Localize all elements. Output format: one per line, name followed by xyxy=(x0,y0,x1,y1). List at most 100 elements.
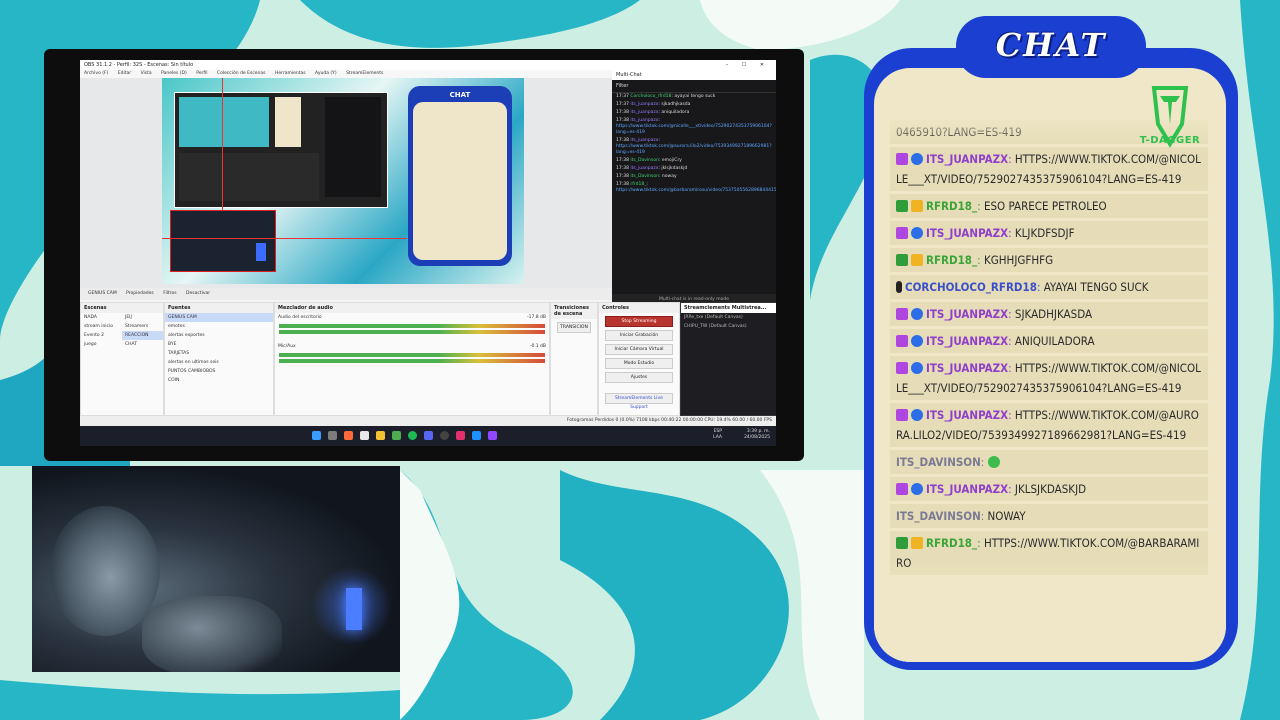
filters-button[interactable]: Filtros xyxy=(163,291,176,296)
nested-chat-title: CHAT xyxy=(433,88,487,102)
multichat-line: 17:38 its_Davinson: noway xyxy=(616,174,677,179)
mic-audio-meter-2[interactable] xyxy=(279,359,545,363)
obs-title-bar: OBS 31.1.2 - Perfil: 32S - Escenas: Sin … xyxy=(80,60,776,70)
search-icon[interactable] xyxy=(328,431,337,440)
multichat-filter[interactable]: Filter xyxy=(612,80,776,93)
scene-item-selected[interactable]: REACCION xyxy=(122,331,163,340)
menu-tools[interactable]: Herramientas xyxy=(275,71,306,76)
chat-username: RFRD18_ xyxy=(926,253,978,267)
menu-scene-collection[interactable]: Colección de Escenas xyxy=(217,71,266,76)
stop-streaming-button[interactable]: Stop Streaming xyxy=(605,316,673,327)
chat-message: ITS_DAVINSON: xyxy=(890,450,1208,474)
chat-badge-icon xyxy=(896,335,908,347)
folder-icon[interactable] xyxy=(376,431,385,440)
chat-badge-icon xyxy=(896,483,908,495)
transitions-title: Transiciones de escena xyxy=(551,303,597,319)
source-item[interactable]: BYE xyxy=(165,340,273,349)
obs-status-bar: Fotogramas Perdidos 0 (0.0%) 7108 kbps 0… xyxy=(80,416,776,426)
chat-username: ITS_JUANPAZX xyxy=(926,307,1009,321)
menu-file[interactable]: Archivo (F) xyxy=(84,71,108,76)
source-item[interactable]: alertas en ultimos seis xyxy=(165,358,273,367)
spotify-icon[interactable] xyxy=(408,431,417,440)
obs-preview[interactable]: CHAT xyxy=(80,78,612,288)
source-item[interactable]: COIN xyxy=(165,376,273,385)
chat-badge-icon xyxy=(896,153,908,165)
multistream-title: Streamclements Multistrea... xyxy=(681,303,776,313)
sources-title: Fuentes xyxy=(165,303,273,313)
menu-streamelements[interactable]: StreamElements xyxy=(346,71,383,76)
chat-username: ITS_DAVINSON xyxy=(896,455,981,469)
chat-username: ITS_JUANPAZX xyxy=(926,334,1009,348)
chat-username: ITS_JUANPAZX xyxy=(926,482,1009,496)
source-item[interactable]: alertas exportes xyxy=(165,331,273,340)
scene-item[interactable]: Evento 2 xyxy=(81,331,122,340)
virtual-camera-button[interactable]: Iniciar Cámara Virtual xyxy=(605,344,673,355)
obs-icon[interactable] xyxy=(440,431,449,440)
menu-profile[interactable]: Perfil xyxy=(196,71,207,76)
desktop-audio-meter-2[interactable] xyxy=(279,330,545,334)
chat-message: ITS_JUANPAZX: ANIQUILADORA xyxy=(890,329,1208,353)
chat-message: ITS_JUANPAZX: KLJKDFSDJF xyxy=(890,221,1208,245)
brave-icon[interactable] xyxy=(344,431,353,440)
blue-lamp xyxy=(346,588,362,630)
chat-message: RFRD18_: ESO PARECE PETROLEO xyxy=(890,194,1208,218)
window-controls[interactable]: – ☐ ✕ xyxy=(726,60,770,70)
source-item[interactable]: TARJETAS xyxy=(165,349,273,358)
chat-badge-icon xyxy=(911,409,923,421)
chat-username: RFRD18_ xyxy=(926,536,978,550)
edge-icon[interactable] xyxy=(472,431,481,440)
chat-message: ITS_JUANPAZX: HTTPS://WWW.TIKTOK.COM/@NI… xyxy=(890,356,1208,400)
multistream-item[interactable]: CHIPU_TW (Default Canvas) xyxy=(681,322,776,331)
scene-item[interactable]: juego xyxy=(81,340,122,349)
menu-docks[interactable]: Paneles (D) xyxy=(161,71,187,76)
discord-icon[interactable] xyxy=(424,431,433,440)
preview-scene-canvas[interactable]: CHAT xyxy=(162,78,524,284)
chat-title: CHAT xyxy=(995,26,1107,64)
multichat-title: Multi-Chat xyxy=(612,70,776,80)
menu-help[interactable]: Ayuda (Y) xyxy=(315,71,337,76)
cry-emoji-icon xyxy=(987,456,1000,468)
scene-item[interactable]: NADA xyxy=(81,313,122,322)
chat-text: NOWAY xyxy=(987,509,1026,523)
start-icon[interactable] xyxy=(312,431,321,440)
scene-item[interactable]: stream inicio xyxy=(81,322,122,331)
selected-cam-source[interactable] xyxy=(170,210,276,272)
selected-source-name: GENIUS CAM xyxy=(88,291,117,296)
app-icon[interactable] xyxy=(392,431,401,440)
source-toolbar: GENIUS CAM Propiedades Filtros Desactiva… xyxy=(80,288,612,300)
multichat-line: 17:38 its_juanpazx: jklsjkdaskjd xyxy=(616,166,688,171)
twitch-icon[interactable] xyxy=(488,431,497,440)
desktop-audio-meter[interactable] xyxy=(279,324,545,328)
menu-edit[interactable]: Editar xyxy=(118,71,131,76)
source-item-selected[interactable]: GENIUS CAM xyxy=(165,313,273,322)
mixer-channel-desktop: Audio del escritorio -17.8 dB xyxy=(278,315,546,320)
chat-badge-icon xyxy=(911,254,923,266)
mic-audio-meter[interactable] xyxy=(279,353,545,357)
chat-message: CORCHOLOCO_RFRD18: AYAYAI TENGO SUCK xyxy=(890,275,1208,299)
live-support-button[interactable]: StreamElements Live Support xyxy=(605,393,673,410)
multistream-dock: Streamclements Multistrea... JRRe_txe (D… xyxy=(680,302,776,416)
chat-badge-icon xyxy=(896,362,908,374)
source-item[interactable]: PUNTOS CAMBIOBOS xyxy=(165,367,273,376)
settings-button[interactable]: Ajustes xyxy=(605,372,673,383)
app-icon[interactable] xyxy=(360,431,369,440)
multistream-item[interactable]: JRRe_txe (Default Canvas) xyxy=(681,313,776,322)
chat-message: ITS_JUANPAZX: JKLSJKDASKJD xyxy=(890,477,1208,501)
app-icon[interactable] xyxy=(456,431,465,440)
clock-lang: ESP LAA xyxy=(713,429,722,440)
disable-button[interactable]: Desactivar xyxy=(186,291,210,296)
chat-badge-icon xyxy=(896,537,908,549)
logo-text: T-DAGGER xyxy=(1139,135,1201,146)
scene-item[interactable]: CHAT xyxy=(122,340,163,349)
properties-button[interactable]: Propiedades xyxy=(126,291,154,296)
sources-dock: Fuentes GENIUS CAM emotes alertas export… xyxy=(164,302,274,416)
chat-username: ITS_JUANPAZX xyxy=(926,361,1009,375)
scene-item[interactable]: JEIJ xyxy=(122,313,163,322)
menu-view[interactable]: Vista xyxy=(141,71,152,76)
scene-item[interactable]: Streamers xyxy=(122,322,163,331)
chat-badge-icon xyxy=(896,254,908,266)
source-item[interactable]: emotes xyxy=(165,322,273,331)
studio-mode-button[interactable]: Modo Estudio xyxy=(605,358,673,369)
transition-select[interactable]: TRANSICION xyxy=(557,322,591,333)
start-recording-button[interactable]: Iniciar Grabación xyxy=(605,330,673,341)
